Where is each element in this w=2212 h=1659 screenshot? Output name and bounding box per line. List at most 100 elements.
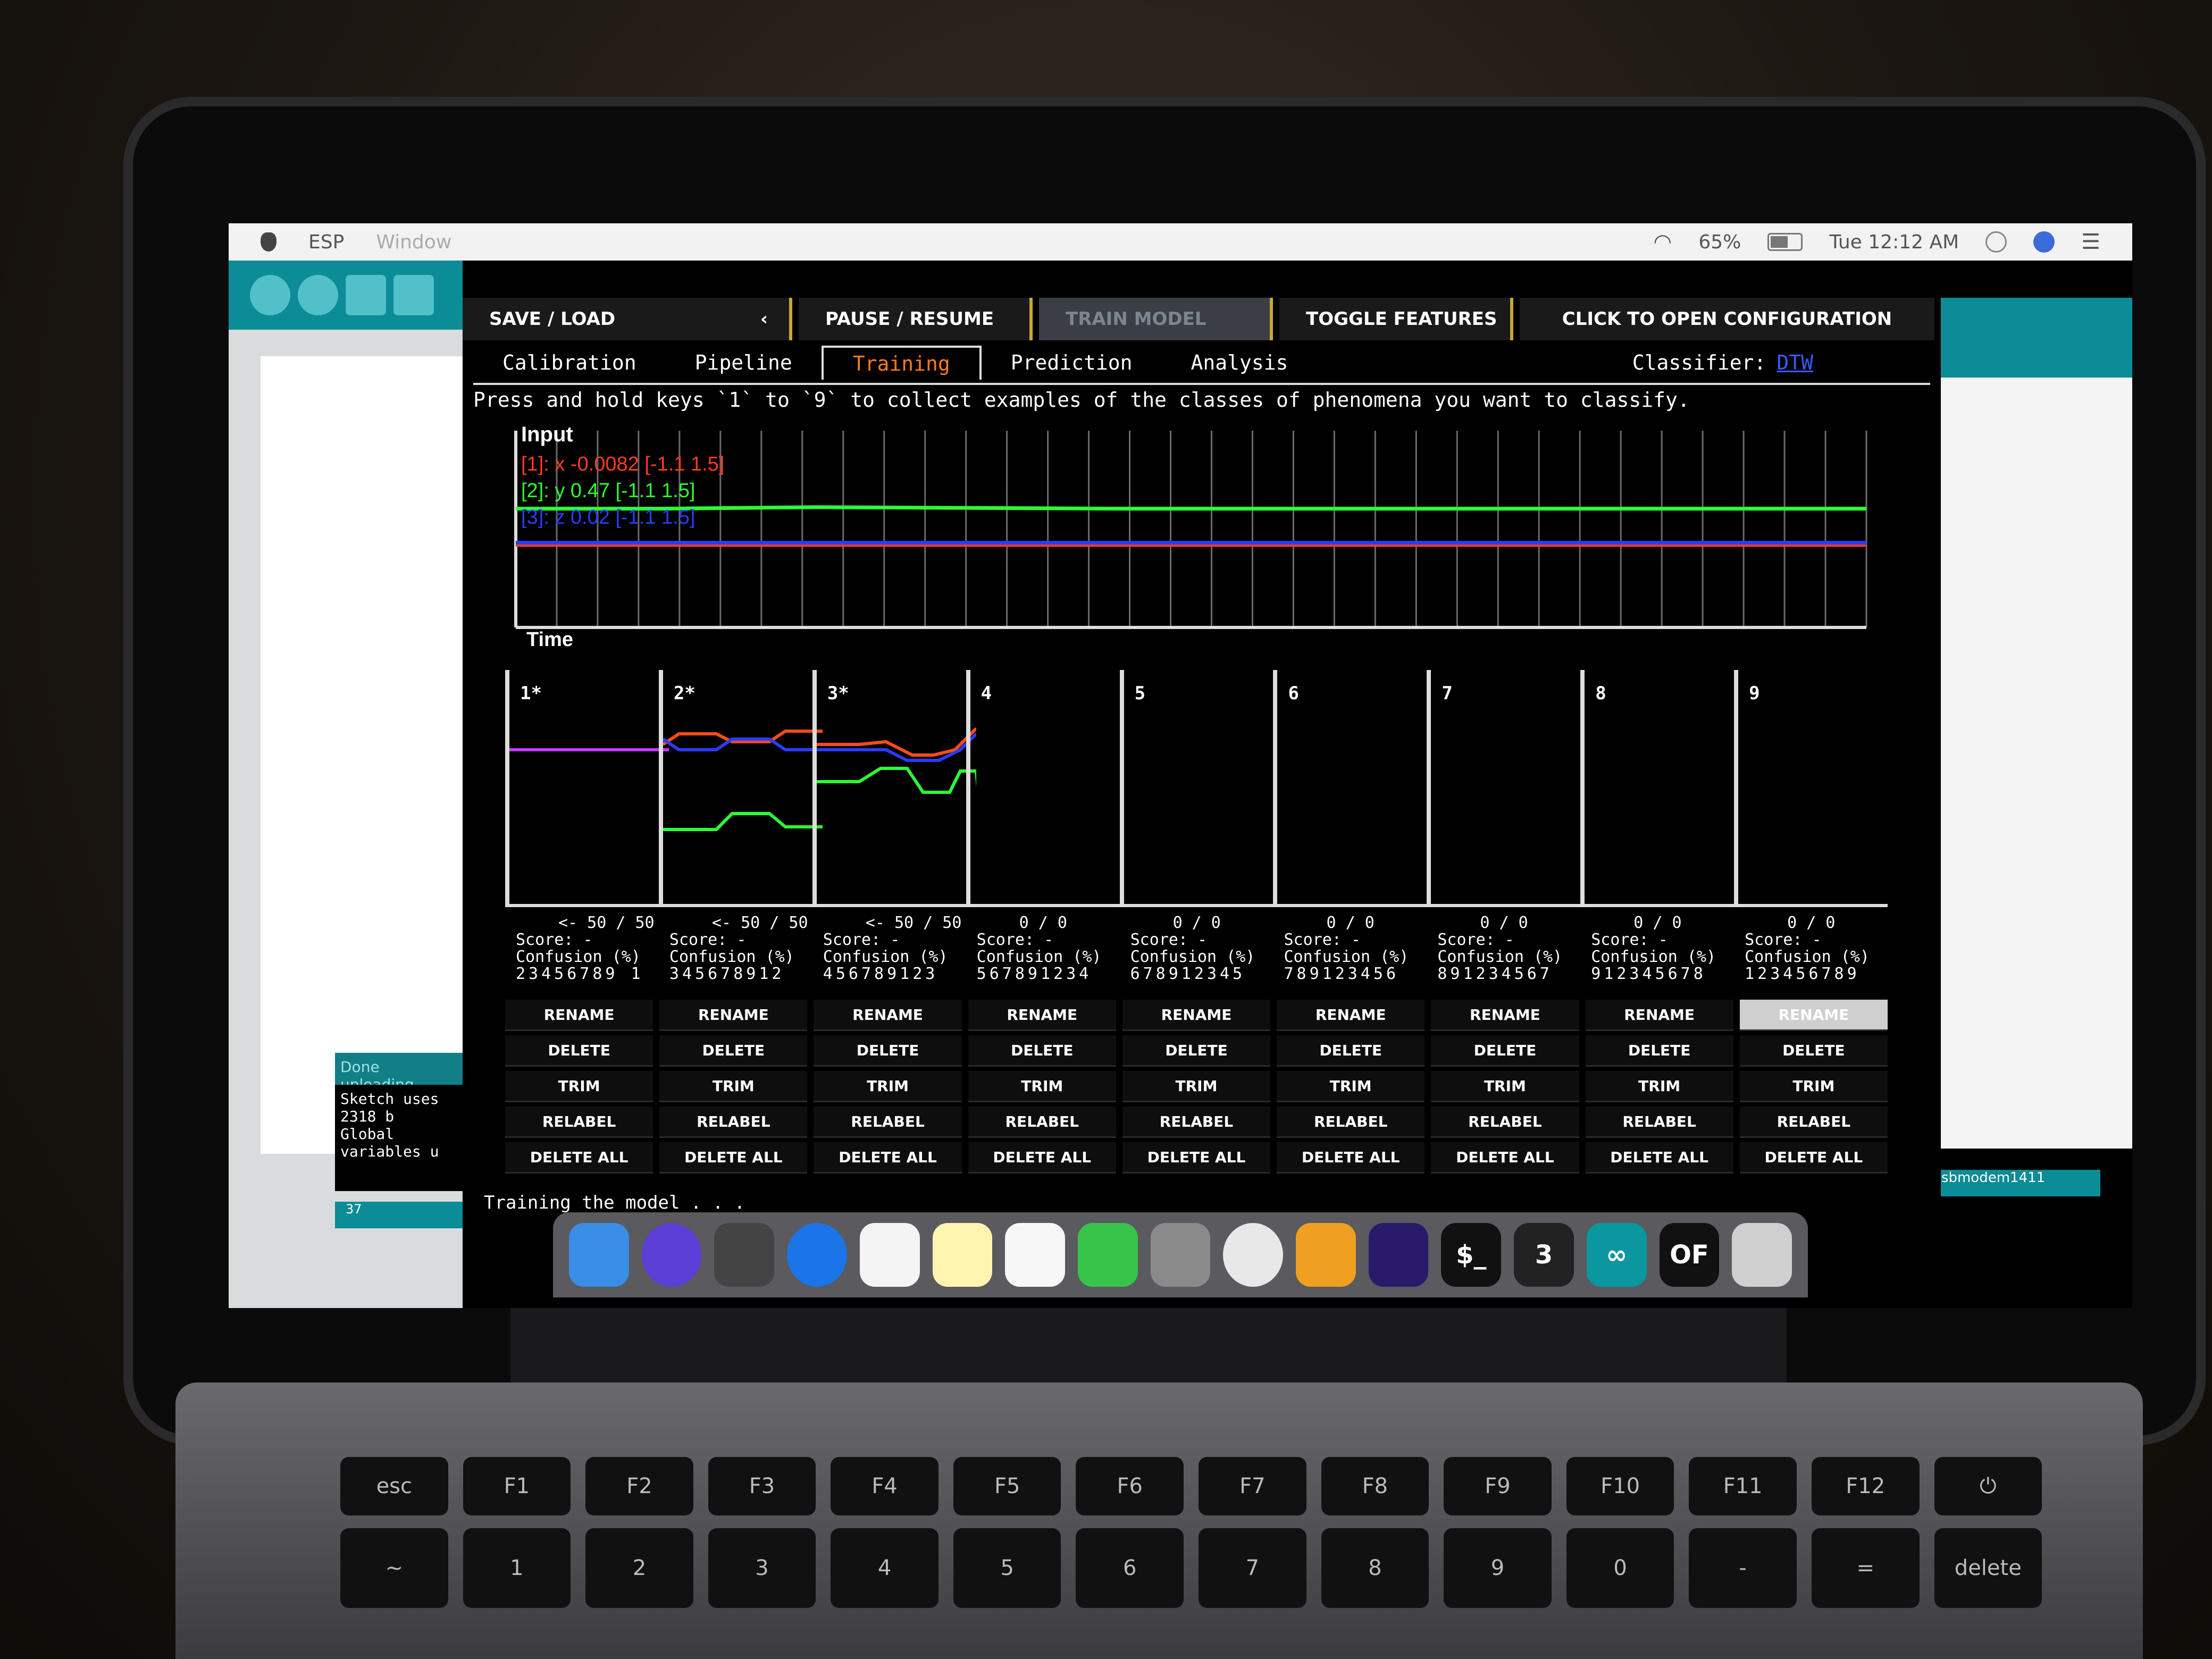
- relabel-button[interactable]: RELABEL: [1585, 1107, 1733, 1138]
- relabel-button[interactable]: RELABEL: [1122, 1107, 1271, 1138]
- sample-count[interactable]: <- 50 / 50: [516, 915, 659, 932]
- toggle-features-button[interactable]: TOGGLE FEATURES: [1279, 298, 1513, 340]
- key-esc[interactable]: esc: [340, 1457, 448, 1515]
- delete-all-button[interactable]: DELETE ALL: [968, 1142, 1116, 1174]
- open-configuration-button[interactable]: CLICK TO OPEN CONFIGURATION: [1520, 298, 1934, 340]
- key-f4[interactable]: F4: [831, 1457, 939, 1515]
- class-panel-7[interactable]: 7: [1427, 670, 1580, 904]
- key-0[interactable]: 0: [1566, 1528, 1674, 1608]
- open-sketch-icon[interactable]: [393, 275, 434, 315]
- relabel-button[interactable]: RELABEL: [659, 1107, 808, 1138]
- tab-calibration[interactable]: Calibration: [473, 347, 666, 379]
- menubar-clock[interactable]: Tue 12:12 AM: [1829, 231, 1959, 253]
- trim-button[interactable]: TRIM: [1739, 1071, 1888, 1102]
- key-f11[interactable]: F11: [1689, 1457, 1797, 1515]
- delete-button[interactable]: DELETE: [968, 1035, 1116, 1067]
- key-f1[interactable]: F1: [463, 1457, 571, 1515]
- key-2[interactable]: 2: [585, 1528, 693, 1608]
- trim-button[interactable]: TRIM: [1122, 1071, 1271, 1102]
- key-f2[interactable]: F2: [585, 1457, 693, 1515]
- apple-icon[interactable]: [261, 232, 276, 252]
- trim-button[interactable]: TRIM: [814, 1071, 962, 1102]
- chrome-icon[interactable]: [1223, 1223, 1284, 1287]
- key-power[interactable]: ⏻: [1934, 1457, 2042, 1515]
- key-5[interactable]: 5: [953, 1528, 1061, 1608]
- finder-icon[interactable]: [569, 1223, 629, 1287]
- delete-button[interactable]: DELETE: [1431, 1035, 1579, 1067]
- launchpad-icon[interactable]: [714, 1223, 775, 1287]
- key-equals[interactable]: =: [1811, 1528, 1920, 1608]
- relabel-button[interactable]: RELABEL: [814, 1107, 962, 1138]
- notes-icon[interactable]: [932, 1223, 993, 1287]
- key-1[interactable]: 1: [463, 1528, 571, 1608]
- delete-all-button[interactable]: DELETE ALL: [1277, 1142, 1425, 1174]
- eclipse-icon[interactable]: [1368, 1223, 1429, 1287]
- rename-button[interactable]: RENAME: [968, 1000, 1116, 1031]
- class-panel-4[interactable]: 4: [966, 670, 1120, 904]
- safari-icon[interactable]: [787, 1223, 847, 1287]
- tab-prediction[interactable]: Prediction: [982, 347, 1162, 379]
- trim-button[interactable]: TRIM: [659, 1071, 808, 1102]
- arduino-icon[interactable]: ∞: [1586, 1223, 1647, 1287]
- rename-button[interactable]: RENAME: [1585, 1000, 1733, 1031]
- reminders-icon[interactable]: [1005, 1223, 1065, 1287]
- calendar-icon[interactable]: [859, 1223, 920, 1287]
- rename-button[interactable]: RENAME: [1739, 1000, 1888, 1031]
- trash-icon[interactable]: [1732, 1223, 1792, 1287]
- delete-all-button[interactable]: DELETE ALL: [1585, 1142, 1733, 1174]
- delete-button[interactable]: DELETE: [1739, 1035, 1888, 1067]
- train-model-button[interactable]: TRAIN MODEL: [1039, 298, 1273, 340]
- trim-button[interactable]: TRIM: [505, 1071, 653, 1102]
- menubar-window[interactable]: Window: [376, 231, 451, 253]
- classifier-link[interactable]: DTW: [1777, 351, 1813, 374]
- delete-all-button[interactable]: DELETE ALL: [659, 1142, 808, 1174]
- relabel-button[interactable]: RELABEL: [1739, 1107, 1888, 1138]
- save-load-button[interactable]: SAVE / LOAD ‹: [463, 298, 792, 340]
- upload-icon[interactable]: [298, 275, 338, 315]
- processing-icon[interactable]: 3: [1514, 1223, 1574, 1287]
- tab-analysis[interactable]: Analysis: [1162, 347, 1318, 379]
- relabel-button[interactable]: RELABEL: [968, 1107, 1116, 1138]
- key-tilde[interactable]: ~: [340, 1528, 448, 1608]
- tab-training[interactable]: Training: [821, 346, 982, 380]
- class-panel-9[interactable]: 9: [1734, 670, 1888, 904]
- rename-button[interactable]: RENAME: [814, 1000, 962, 1031]
- rename-button[interactable]: RENAME: [1431, 1000, 1579, 1031]
- pause-resume-button[interactable]: PAUSE / RESUME: [799, 298, 1033, 340]
- class-panel-6[interactable]: 6: [1273, 670, 1427, 904]
- delete-button[interactable]: DELETE: [1585, 1035, 1733, 1067]
- class-panel-5[interactable]: 5: [1119, 670, 1273, 904]
- class-panel-2[interactable]: 2*: [658, 670, 823, 904]
- key-9[interactable]: 9: [1444, 1528, 1552, 1608]
- rename-button[interactable]: RENAME: [659, 1000, 808, 1031]
- key-f9[interactable]: F9: [1444, 1457, 1552, 1515]
- trim-button[interactable]: TRIM: [968, 1071, 1116, 1102]
- system-preferences-icon[interactable]: [1150, 1223, 1211, 1287]
- delete-all-button[interactable]: DELETE ALL: [1431, 1142, 1579, 1174]
- siri-menubar-icon[interactable]: [2033, 231, 2055, 253]
- sample-count[interactable]: <- 50 / 50: [823, 915, 966, 932]
- key-f10[interactable]: F10: [1566, 1457, 1674, 1515]
- trim-button[interactable]: TRIM: [1277, 1071, 1425, 1102]
- relabel-button[interactable]: RELABEL: [505, 1107, 653, 1138]
- menubar-app-name[interactable]: ESP: [308, 231, 344, 253]
- arduino-code-editor[interactable]: [261, 356, 463, 1154]
- key-minus[interactable]: -: [1689, 1528, 1797, 1608]
- key-7[interactable]: 7: [1199, 1528, 1306, 1608]
- notification-center-icon[interactable]: ☰: [2081, 230, 2100, 254]
- delete-button[interactable]: DELETE: [659, 1035, 808, 1067]
- key-f7[interactable]: F7: [1199, 1457, 1306, 1515]
- rename-button[interactable]: RENAME: [1277, 1000, 1425, 1031]
- key-delete[interactable]: delete: [1934, 1528, 2042, 1608]
- key-f8[interactable]: F8: [1321, 1457, 1429, 1515]
- new-sketch-icon[interactable]: [346, 275, 386, 315]
- key-f6[interactable]: F6: [1076, 1457, 1184, 1515]
- tab-pipeline[interactable]: Pipeline: [666, 347, 822, 379]
- sample-count[interactable]: <- 50 / 50: [669, 915, 812, 932]
- key-6[interactable]: 6: [1076, 1528, 1184, 1608]
- class-panel-1[interactable]: 1*: [505, 670, 669, 904]
- delete-button[interactable]: DELETE: [814, 1035, 962, 1067]
- delete-all-button[interactable]: DELETE ALL: [505, 1142, 653, 1174]
- battery-icon[interactable]: [1767, 233, 1803, 251]
- verify-icon[interactable]: [250, 275, 290, 315]
